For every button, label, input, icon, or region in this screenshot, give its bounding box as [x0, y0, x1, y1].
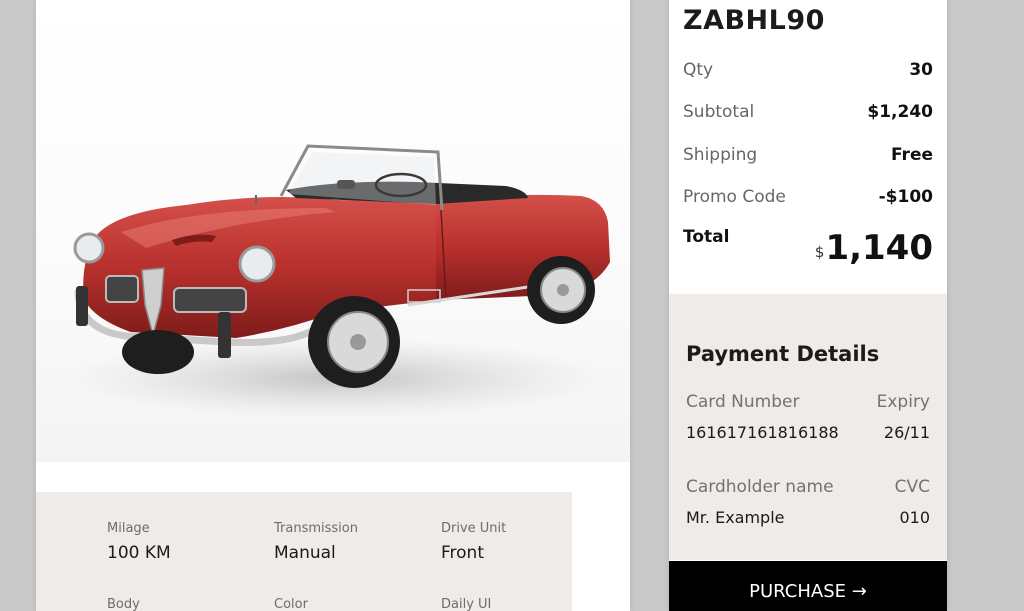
- spec-transmission: Transmission Manual: [274, 521, 424, 563]
- total-value: 1,140: [825, 228, 933, 268]
- checkout-card: ZABHL90 Qty 30 Subtotal $1,240 Shipping …: [669, 0, 947, 611]
- specs-panel: Milage 100 KM Transmission Manual Drive …: [36, 492, 572, 611]
- total-label: Total: [683, 227, 730, 247]
- spec-body: Body: [107, 597, 257, 611]
- qty-row: Qty 30: [683, 58, 933, 82]
- spec-milage: Milage 100 KM: [107, 521, 257, 563]
- spec-value: Front: [441, 543, 484, 563]
- spec-label: Milage: [107, 521, 150, 536]
- cardholder-label: Cardholder name: [686, 477, 834, 497]
- spec-label: Body: [107, 597, 140, 611]
- order-title: ZABHL90: [683, 5, 825, 36]
- cvc-value[interactable]: 010: [899, 508, 930, 527]
- qty-label: Qty: [683, 60, 714, 80]
- spec-value: 100 KM: [107, 543, 171, 563]
- promo-row: Promo Code -$100: [683, 185, 933, 209]
- purchase-button[interactable]: PURCHASE →: [669, 561, 947, 611]
- spec-drive-unit: Drive Unit Front: [441, 521, 591, 563]
- shipping-row: Shipping Free: [683, 143, 933, 167]
- payment-title: Payment Details: [686, 342, 880, 366]
- currency-symbol: $: [814, 243, 825, 261]
- spec-value: Manual: [274, 543, 336, 563]
- spec-label: Transmission: [274, 521, 358, 536]
- product-card: Milage 100 KM Transmission Manual Drive …: [36, 0, 630, 611]
- subtotal-label: Subtotal: [683, 102, 755, 122]
- subtotal-value: $1,240: [867, 102, 933, 122]
- expiry-value[interactable]: 26/11: [884, 423, 930, 442]
- expiry-label: Expiry: [876, 392, 930, 412]
- qty-value: 30: [909, 60, 933, 80]
- spec-label: Drive Unit: [441, 521, 507, 536]
- shipping-label: Shipping: [683, 145, 758, 165]
- spec-label: Color: [274, 597, 308, 611]
- total-amount: $1,140: [815, 228, 933, 268]
- subtotal-row: Subtotal $1,240: [683, 100, 933, 124]
- payment-details-panel: Payment Details Card Number Expiry 16161…: [669, 294, 947, 560]
- car-image: [36, 0, 630, 462]
- cvc-label: CVC: [894, 477, 930, 497]
- promo-value: -$100: [878, 187, 933, 207]
- promo-label: Promo Code: [683, 187, 786, 207]
- spec-label: Daily UI: [441, 597, 492, 611]
- cardholder-value[interactable]: Mr. Example: [686, 508, 785, 527]
- card-number-value[interactable]: 161617161816188: [686, 423, 839, 442]
- shipping-value: Free: [891, 145, 933, 165]
- card-number-label: Card Number: [686, 392, 800, 412]
- spec-color: Color: [274, 597, 424, 611]
- spec-daily-ui: Daily UI: [441, 597, 591, 611]
